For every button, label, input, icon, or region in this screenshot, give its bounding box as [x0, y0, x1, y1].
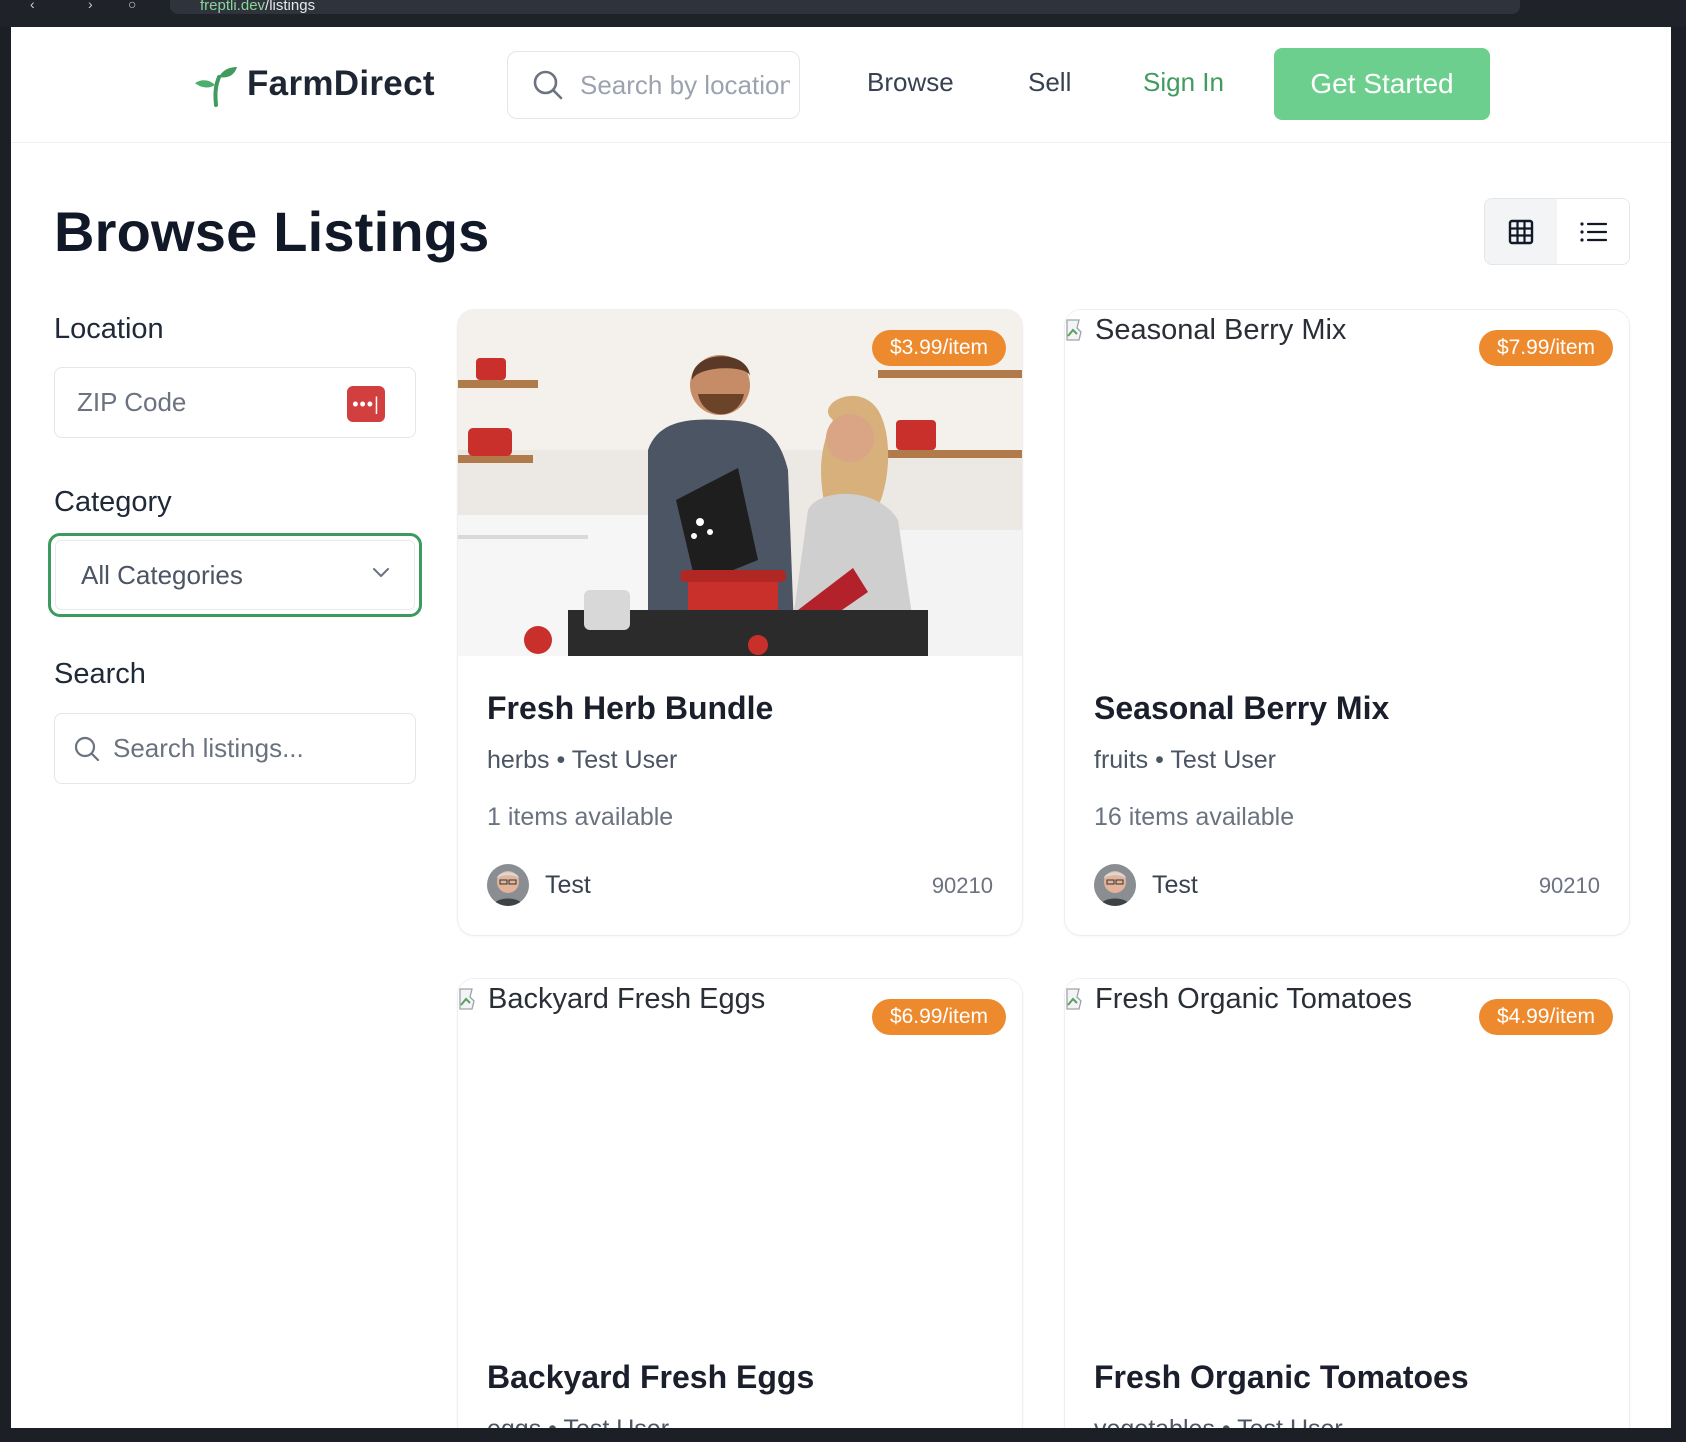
password-manager-icon[interactable]: •••| [347, 386, 385, 422]
listing-seller: Test User [563, 1415, 669, 1428]
image-alt-text: Backyard Fresh Eggs [488, 983, 766, 1015]
meta-separator: • [1222, 1415, 1231, 1428]
broken-image-icon [1066, 319, 1082, 341]
location-label: Location [54, 313, 164, 345]
listing-seller: Test User [1237, 1415, 1343, 1428]
broken-image: Fresh Organic Tomatoes [1065, 979, 1412, 1016]
price-badge: $3.99/item [871, 330, 1006, 366]
listing-image[interactable]: Seasonal Berry Mix $7.99/item [1065, 310, 1629, 656]
brand-name: FarmDirect [247, 64, 435, 103]
listing-title[interactable]: Seasonal Berry Mix [1094, 690, 1389, 727]
grid-icon [1508, 219, 1534, 244]
image-alt-text: Seasonal Berry Mix [1095, 314, 1347, 346]
category-select-box[interactable]: All Categories [55, 540, 415, 610]
meta-separator: • [548, 1415, 557, 1428]
location-search-input[interactable] [580, 69, 790, 101]
zip-field[interactable]: •••| [54, 367, 416, 438]
seller-name: Test [545, 871, 591, 899]
listing-category: eggs [487, 1415, 541, 1428]
price-badge: $6.99/item [871, 999, 1006, 1035]
image-alt-text: Fresh Organic Tomatoes [1095, 983, 1412, 1015]
listing-image[interactable]: $3.99/item [458, 310, 1022, 656]
price-badge: $7.99/item [1478, 330, 1613, 366]
listing-seller: Test User [571, 746, 678, 774]
listing-card[interactable]: $3.99/item Fresh Herb Bundle herbs • Tes… [458, 310, 1022, 935]
listing-category: vegetables [1094, 1415, 1215, 1428]
meta-separator: • [1155, 746, 1164, 774]
brand-logo[interactable]: FarmDirect [193, 61, 435, 107]
listing-image[interactable]: Backyard Fresh Eggs $6.99/item [458, 979, 1022, 1325]
broken-image: Seasonal Berry Mix [1065, 310, 1346, 347]
url-host: freptli.dev [200, 0, 266, 14]
listing-category: herbs [487, 746, 550, 774]
avatar-image [487, 864, 529, 906]
listing-card[interactable]: Backyard Fresh Eggs $6.99/item Backyard … [458, 979, 1022, 1428]
forward-icon[interactable]: › [88, 0, 106, 10]
listing-title[interactable]: Fresh Organic Tomatoes [1094, 1359, 1469, 1396]
seller-name: Test [1152, 871, 1198, 899]
broken-image-icon [459, 988, 475, 1010]
back-icon[interactable]: ‹ [30, 0, 48, 10]
seller-avatar [1094, 864, 1136, 906]
list-view-button[interactable] [1557, 199, 1629, 264]
address-bar[interactable]: freptli.dev/listings [170, 0, 1520, 14]
url-path: /listings [265, 0, 316, 14]
listing-card[interactable]: Fresh Organic Tomatoes $4.99/item Fresh … [1065, 979, 1629, 1428]
grid-view-button[interactable] [1485, 199, 1557, 264]
nav-sign-in[interactable]: Sign In [1143, 67, 1224, 98]
category-label: Category [54, 486, 172, 518]
zip-code-input[interactable] [77, 387, 317, 418]
listing-category: fruits [1094, 746, 1149, 774]
broken-image-icon [1066, 988, 1082, 1010]
site-header: FarmDirect Browse Sell Sign In Get Start… [11, 27, 1671, 143]
price-badge: $4.99/item [1478, 999, 1613, 1035]
list-icon [1580, 221, 1607, 242]
listing-meta: herbs • Test User [487, 746, 677, 775]
listing-meta: fruits • Test User [1094, 746, 1276, 775]
browser-toolbar: ‹ › ○ freptli.dev/listings [0, 0, 1686, 27]
listing-availability: 16 items available [1094, 803, 1295, 831]
nav-browse[interactable]: Browse [867, 67, 954, 98]
page-title: Browse Listings [54, 200, 490, 263]
category-select[interactable]: All Categories [48, 533, 422, 617]
search-icon [74, 736, 100, 761]
meta-separator: • [556, 746, 566, 774]
listing-meta: vegetables • Test User [1094, 1415, 1343, 1428]
search-icon [533, 70, 563, 100]
listing-title[interactable]: Backyard Fresh Eggs [487, 1359, 814, 1396]
avatar-image [1094, 864, 1136, 906]
listing-availability: 1 items available [487, 803, 674, 831]
page: FarmDirect Browse Sell Sign In Get Start… [11, 27, 1671, 1428]
listing-image[interactable]: Fresh Organic Tomatoes $4.99/item [1065, 979, 1629, 1325]
nav-sell[interactable]: Sell [1028, 67, 1071, 98]
get-started-button[interactable]: Get Started [1274, 48, 1490, 120]
view-toggle [1484, 198, 1630, 265]
category-select-value: All Categories [81, 559, 243, 590]
broken-image: Backyard Fresh Eggs [458, 979, 765, 1016]
listing-search-field[interactable] [54, 713, 416, 784]
chevron-down-icon [373, 568, 389, 577]
sprout-icon [195, 67, 237, 107]
reload-icon[interactable]: ○ [128, 0, 146, 10]
listing-meta: eggs • Test User [487, 1415, 669, 1428]
header-search[interactable] [507, 51, 800, 119]
listing-zip: 90210 [1538, 873, 1600, 898]
listing-seller: Test User [1170, 746, 1276, 774]
listing-search-input[interactable] [113, 733, 403, 764]
listing-zip: 90210 [931, 873, 993, 898]
search-label: Search [54, 658, 146, 690]
listing-card[interactable]: Seasonal Berry Mix $7.99/item Seasonal B… [1065, 310, 1629, 935]
seller-avatar [487, 864, 529, 906]
listing-title[interactable]: Fresh Herb Bundle [487, 690, 773, 727]
